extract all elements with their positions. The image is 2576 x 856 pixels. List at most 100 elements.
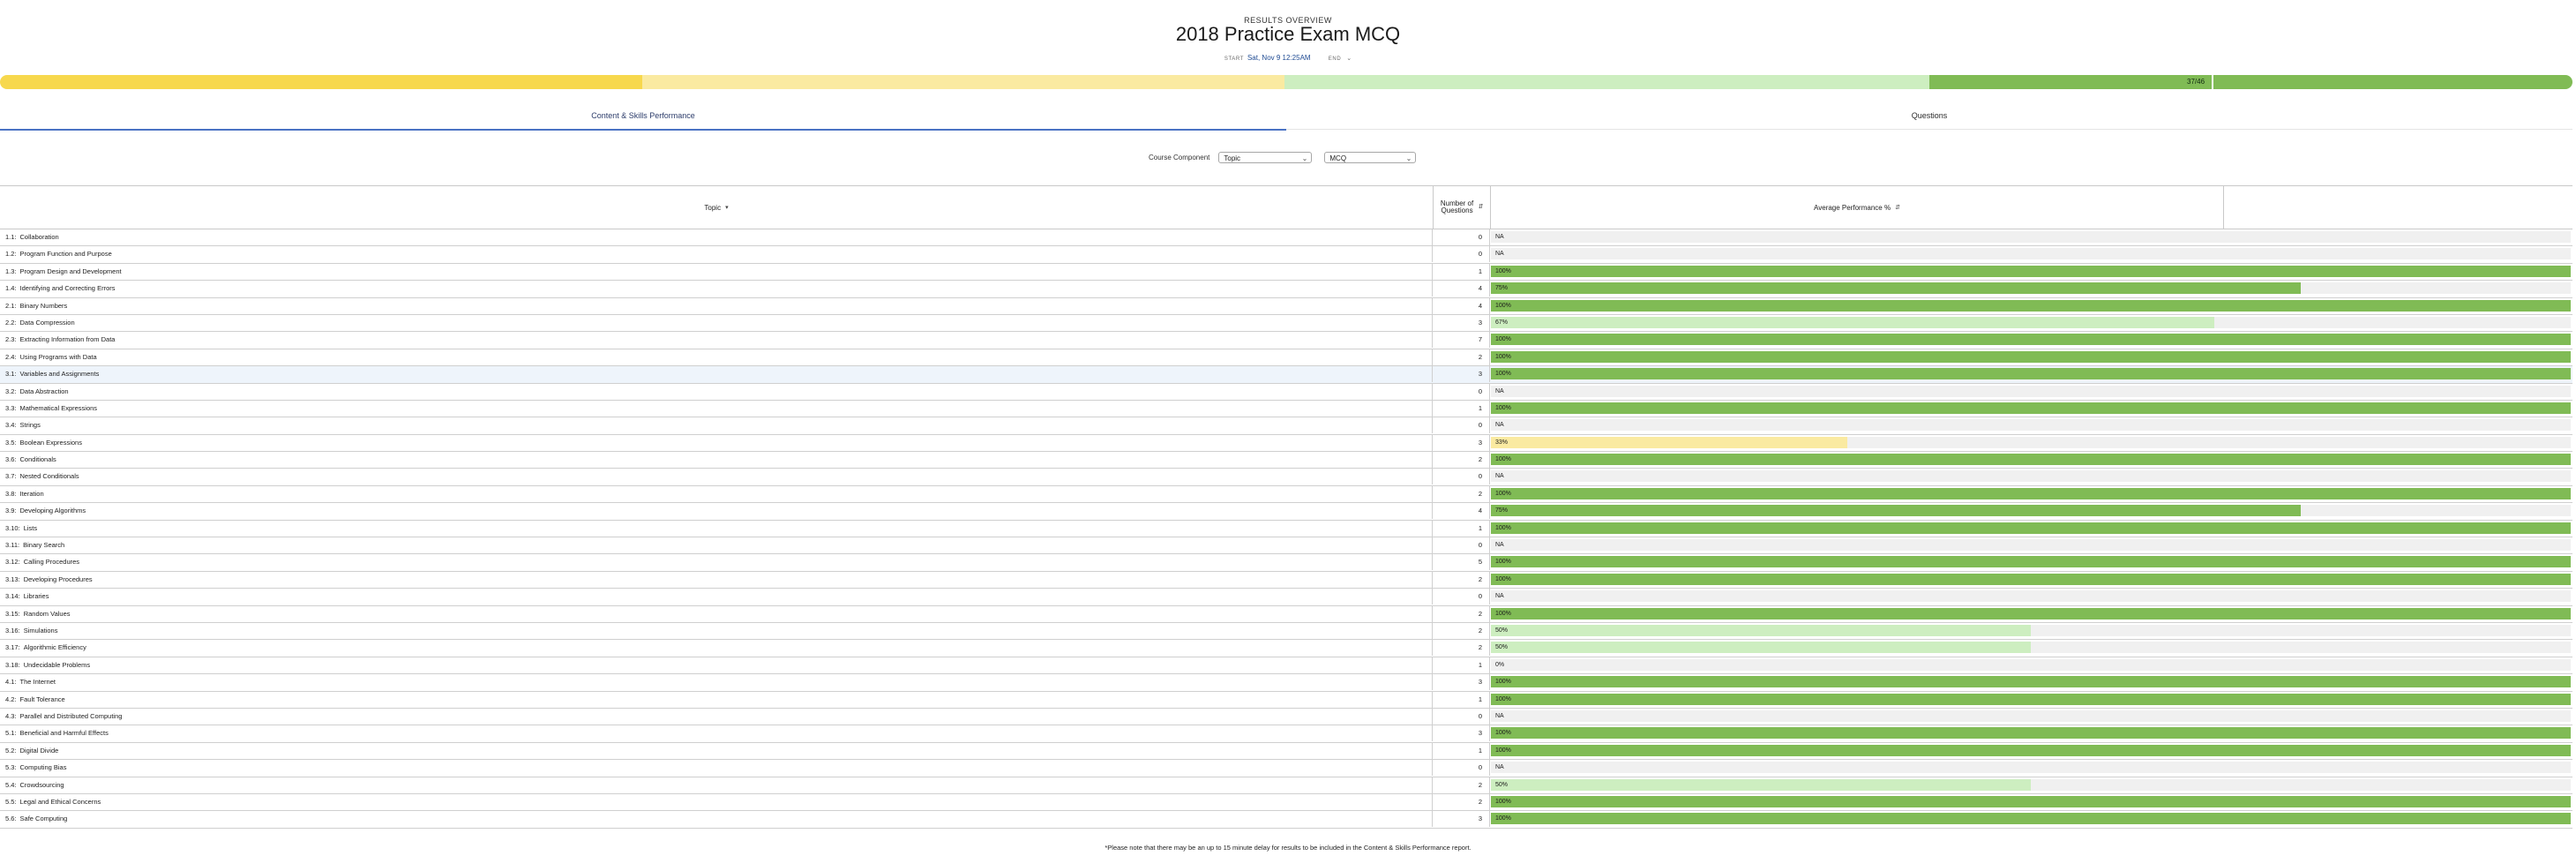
num-questions-cell: 0 (1434, 383, 1490, 400)
performance-value: 100% (1495, 456, 1511, 463)
tab-questions[interactable]: Questions (1286, 109, 2572, 131)
performance-bar-track: 100% (1491, 676, 2571, 688)
table-row[interactable]: 2.2: Data Compression 3 67% (0, 314, 2572, 333)
table-row[interactable]: 3.6: Conditionals 2 100% (0, 452, 2572, 469)
chevron-down-icon[interactable]: ⌄ (1346, 56, 1352, 62)
table-row[interactable]: 3.10: Lists 1 100% (0, 520, 2572, 538)
table-row[interactable]: 2.1: Binary Numbers 4 100% (0, 297, 2572, 315)
topic-cell: 4.1: The Internet (0, 674, 1433, 691)
table-row[interactable]: 5.4: Crowdsourcing 2 50% (0, 777, 2572, 794)
performance-value: 100% (1495, 575, 1511, 582)
table-row[interactable]: 1.4: Identifying and Correcting Errors 4 75… (0, 281, 2572, 298)
topic-name: Libraries (23, 592, 49, 601)
num-questions-cell: 0 (1434, 469, 1490, 485)
topic-code: 1.4: (5, 284, 17, 293)
performance-table: Topic ▾ Number of Questions ⇵ Average Perf… (0, 185, 2572, 829)
table-row[interactable]: 3.5: Boolean Expressions 3 33% (0, 434, 2572, 453)
table-row[interactable]: 5.6: Safe Computing 3 100% (0, 811, 2572, 829)
performance-value: 100% (1495, 404, 1511, 411)
table-row[interactable]: 5.3: Computing Bias 0 NA (0, 760, 2572, 777)
topic-name: Conditionals (19, 455, 56, 464)
num-questions-cell: 4 (1434, 281, 1490, 297)
topic-select[interactable]: Topic ⌄ (1218, 152, 1313, 163)
mcq-select[interactable]: MCQ ⌄ (1324, 152, 1417, 163)
topic-cell: 4.3: Parallel and Distributed Computing (0, 708, 1433, 725)
table-row[interactable]: 3.13: Developing Procedures 2 100% (0, 571, 2572, 589)
num-questions-cell: 3 (1434, 314, 1490, 331)
topic-column-header[interactable]: Topic ▾ (0, 186, 1434, 229)
performance-bar-track: 100% (1491, 744, 2571, 756)
performance-bar-track: 33% (1491, 436, 2571, 448)
chevron-down-icon: ⌄ (1301, 154, 1308, 162)
topic-cell: 1.3: Program Design and Development (0, 263, 1433, 280)
performance-bar-track: 0% (1491, 658, 2571, 671)
topic-code: 3.7: (5, 472, 17, 481)
table-row[interactable]: 3.1: Variables and Assignments 3 100% (0, 366, 2572, 384)
performance-value: 50% (1495, 627, 1509, 634)
topic-name: Boolean Expressions (19, 438, 82, 447)
topic-name: Legal and Ethical Concerns (19, 797, 101, 806)
table-row[interactable]: 3.9: Developing Algorithms 4 75% (0, 503, 2572, 521)
topic-cell: 3.13: Developing Procedures (0, 571, 1433, 588)
table-row[interactable]: 3.15: Random Values 2 100% (0, 605, 2572, 623)
table-row[interactable]: 5.5: Legal and Ethical Concerns 2 100% (0, 793, 2572, 812)
num-questions-column-header[interactable]: Number of Questions ⇵ (1434, 186, 1491, 229)
table-row[interactable]: 3.7: Nested Conditionals 0 NA (0, 469, 2572, 486)
performance-bar (1491, 693, 2571, 705)
topic-code: 1.3: (5, 267, 17, 275)
topic-name: Algorithmic Efficiency (23, 643, 86, 652)
performance-value: 100% (1495, 559, 1511, 566)
topic-cell: 4.2: Fault Tolerance (0, 691, 1433, 708)
topic-cell: 5.5: Legal and Ethical Concerns (0, 793, 1433, 810)
table-row[interactable]: 5.2: Digital Divide 1 100% (0, 742, 2572, 761)
num-questions-cell: 0 (1434, 760, 1490, 777)
topic-cell: 3.11: Binary Search (0, 537, 1433, 554)
table-row[interactable]: 2.4: Using Programs with Data 2 100% (0, 349, 2572, 367)
num-questions-cell: 2 (1434, 571, 1490, 588)
table-row[interactable]: 3.4: Strings 0 NA (0, 417, 2572, 435)
topic-name: Safe Computing (19, 815, 68, 823)
performance-bar (1491, 350, 2571, 363)
topic-cell: 3.1: Variables and Assignments (0, 366, 1433, 383)
performance-bar (1491, 624, 2031, 636)
topic-code: 1.1: (5, 233, 17, 241)
topic-cell: 2.4: Using Programs with Data (0, 349, 1433, 365)
table-row[interactable]: 3.17: Algorithmic Efficiency 2 50% (0, 640, 2572, 657)
table-row[interactable]: 4.1: The Internet 3 100% (0, 674, 2572, 692)
topic-cell: 3.2: Data Abstraction (0, 383, 1433, 400)
table-row[interactable]: 1.1: Collaboration 0 NA (0, 229, 2572, 247)
table-row[interactable]: 4.3: Parallel and Distributed Computing 0 N… (0, 708, 2572, 726)
performance-value: 100% (1495, 267, 1511, 274)
table-row[interactable]: 4.2: Fault Tolerance 1 100% (0, 691, 2572, 709)
performance-value: NA (1495, 251, 1504, 258)
topic-code: 4.2: (5, 695, 17, 703)
table-row[interactable]: 3.2: Data Abstraction 0 NA (0, 383, 2572, 401)
performance-value: 100% (1495, 815, 1511, 822)
table-row[interactable]: 3.3: Mathematical Expressions 1 100% (0, 400, 2572, 418)
table-row[interactable]: 3.18: Undecidable Problems 1 0% (0, 657, 2572, 675)
score-bar: 37/46 (0, 75, 2572, 89)
table-row[interactable]: 3.12: Calling Procedures 5 100% (0, 554, 2572, 572)
table-row[interactable]: 3.8: Iteration 2 100% (0, 485, 2572, 504)
topic-name: Developing Procedures (23, 574, 93, 583)
table-row[interactable]: 3.16: Simulations 2 50% (0, 622, 2572, 641)
table-row[interactable]: 5.1: Beneficial and Harmful Effects 3 100% (0, 725, 2572, 743)
performance-bar (1491, 727, 2571, 740)
tab-content-skills[interactable]: Content & Skills Performance (0, 109, 1286, 131)
topic-cell: 3.4: Strings (0, 417, 1433, 434)
table-row[interactable]: 3.11: Binary Search 0 NA (0, 537, 2572, 555)
avg-performance-column-header[interactable]: Average Performance % ⇵ (1491, 186, 2224, 229)
topic-name: Data Abstraction (19, 387, 69, 395)
topic-cell: 5.1: Beneficial and Harmful Effects (0, 725, 1433, 742)
num-questions-cell: 3 (1434, 811, 1490, 828)
score-band-low (0, 75, 642, 89)
performance-bar-track: 100% (1491, 350, 2571, 363)
topic-code: 2.4: (5, 352, 17, 361)
table-row[interactable]: 2.3: Extracting Information from Data 7 100… (0, 332, 2572, 349)
table-row[interactable]: 3.14: Libraries 0 NA (0, 589, 2572, 606)
num-questions-cell: 1 (1434, 520, 1490, 537)
table-row[interactable]: 1.2: Program Function and Purpose 0 NA (0, 246, 2572, 264)
table-row[interactable]: 1.3: Program Design and Development 1 100% (0, 263, 2572, 282)
performance-bar-track: NA (1491, 419, 2571, 432)
performance-bar-track: NA (1491, 590, 2571, 603)
